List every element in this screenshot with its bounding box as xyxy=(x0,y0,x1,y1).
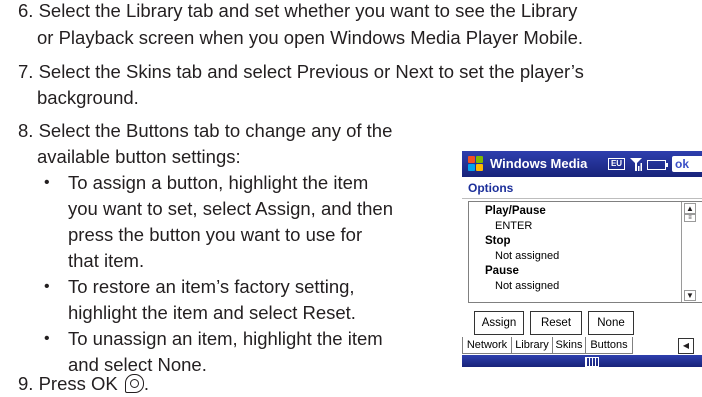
tab-library[interactable]: Library xyxy=(511,337,553,354)
ok-button[interactable]: ok xyxy=(672,156,702,172)
battery-icon[interactable] xyxy=(647,160,668,170)
step-9-text: 9. Press OK xyxy=(18,373,118,394)
bullet-1-line-3: press the button you want to use for xyxy=(68,224,363,245)
ok-button-icon xyxy=(124,374,144,393)
list-item-value[interactable]: ENTER xyxy=(495,220,532,232)
options-header: Options xyxy=(462,178,702,199)
bullet-1-line-2: you want to set, select Assign, and then xyxy=(68,198,393,219)
tab-buttons[interactable]: Buttons xyxy=(585,337,633,354)
scroll-down-arrow-icon[interactable]: ▼ xyxy=(684,290,696,301)
step-7-line-2: background. xyxy=(37,87,139,108)
tab-strip: Network Library Skins Buttons ◀ xyxy=(462,337,702,355)
none-button[interactable]: None xyxy=(588,311,634,335)
keyboard-icon[interactable] xyxy=(585,357,599,367)
action-buttons: Assign Reset None xyxy=(462,311,702,337)
list-item-value[interactable]: Not assigned xyxy=(495,250,559,262)
list-item-title[interactable]: Play/Pause xyxy=(485,205,546,217)
bullet-2-line-1: To restore an item’s factory setting, xyxy=(68,276,355,297)
reset-button[interactable]: Reset xyxy=(530,311,582,335)
app-title: Windows Media xyxy=(490,156,588,171)
bullet-3-marker: • xyxy=(44,330,50,347)
keyboard-indicator: EU xyxy=(608,158,625,170)
button-assignment-list[interactable]: Play/Pause ENTER Stop Not assigned Pause… xyxy=(468,201,702,303)
scroll-up-arrow-icon[interactable]: ▲ xyxy=(684,203,696,214)
step-9-end: . xyxy=(143,373,150,394)
bullet-1-line-1: To assign a button, highlight the item xyxy=(68,172,369,193)
tab-skins[interactable]: Skins xyxy=(552,337,586,354)
bullet-2-line-2: highlight the item and select Reset. xyxy=(68,302,356,323)
step-6-line-1: 6. Select the Library tab and set whethe… xyxy=(18,0,578,21)
list-item-title[interactable]: Pause xyxy=(485,265,519,277)
tab-scroll-left-icon[interactable]: ◀ xyxy=(678,338,694,354)
step-9: 9. Press OK . xyxy=(18,371,149,395)
bullet-2-marker: • xyxy=(44,278,50,295)
scrollbar[interactable]: ▲ ≡ ▼ xyxy=(681,202,696,302)
list-item-value[interactable]: Not assigned xyxy=(495,280,559,292)
list-item-title[interactable]: Stop xyxy=(485,235,511,247)
bottom-bar xyxy=(462,355,702,367)
step-6-line-2: or Playback screen when you open Windows… xyxy=(37,27,584,48)
windows-start-icon[interactable] xyxy=(468,156,484,172)
scroll-thumb[interactable]: ≡ xyxy=(684,214,696,222)
signal-icon[interactable] xyxy=(629,157,643,171)
device-screenshot: Windows Media EU ok Options Play/Pause E… xyxy=(462,151,702,367)
assign-button[interactable]: Assign xyxy=(474,311,524,335)
bullet-1-marker: • xyxy=(44,174,50,191)
bullet-1-line-4: that item. xyxy=(68,250,145,271)
bullet-3-line-1: To unassign an item, highlight the item xyxy=(68,328,383,349)
step-7-line-1: 7. Select the Skins tab and select Previ… xyxy=(18,61,584,82)
step-8-line-1: 8. Select the Buttons tab to change any … xyxy=(18,120,393,141)
tab-network[interactable]: Network xyxy=(462,337,512,354)
step-8-line-2: available button settings: xyxy=(37,146,241,167)
title-bar: Windows Media EU ok xyxy=(462,151,702,177)
